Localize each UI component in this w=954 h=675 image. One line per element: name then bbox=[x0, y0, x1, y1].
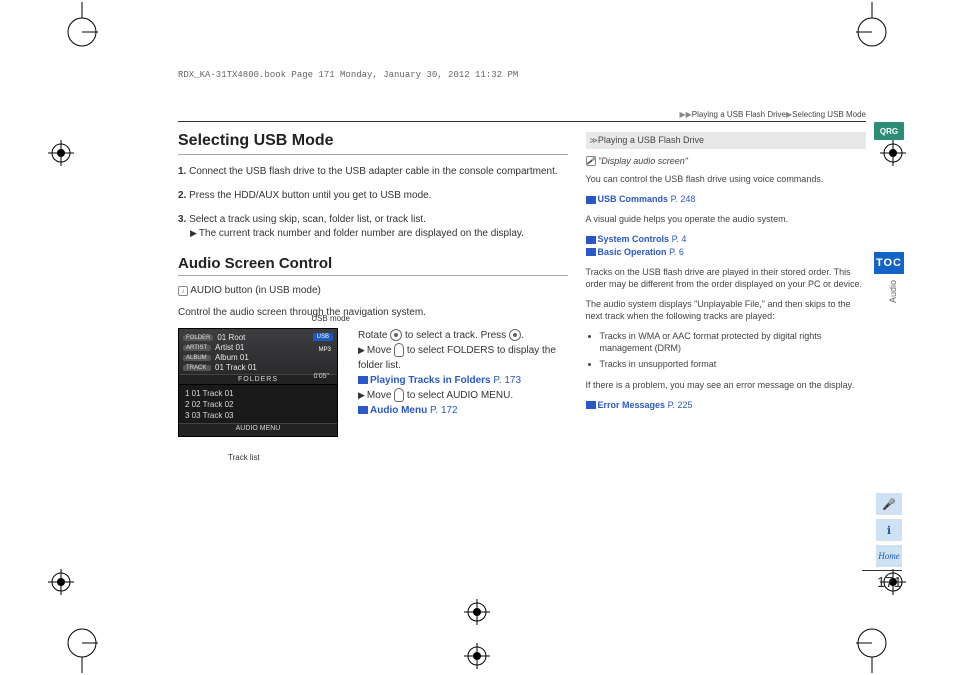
usb-screenshot: USB mode USB MP3 0'05" FOLDER01 Root ART… bbox=[178, 328, 348, 437]
section-title-usb-mode: Selecting USB Mode bbox=[178, 132, 568, 155]
link-icon bbox=[586, 236, 596, 244]
track-row: 3 03 Track 03 bbox=[185, 410, 331, 421]
elapsed-time: 0'05" bbox=[313, 373, 329, 380]
instructions-column: Rotate to select a track. Press . ▶Move … bbox=[358, 328, 568, 437]
tab-audio: Audio bbox=[888, 280, 898, 303]
caption-usb-mode: USB mode bbox=[311, 314, 350, 323]
crop-mark-icon bbox=[52, 2, 98, 48]
enter-button-icon bbox=[509, 329, 521, 341]
link-audio-menu[interactable]: Audio Menu bbox=[370, 405, 427, 416]
breadcrumb: ▶▶Playing a USB Flash Drive▶Selecting US… bbox=[178, 110, 866, 119]
breadcrumb-level1: Playing a USB Flash Drive bbox=[692, 110, 786, 119]
audio-menu-header: AUDIO MENU bbox=[179, 423, 337, 436]
step-3: 3. Select a track using skip, scan, fold… bbox=[178, 213, 568, 241]
link-icon bbox=[358, 376, 368, 384]
breadcrumb-level2: Selecting USB Mode bbox=[792, 110, 866, 119]
registration-mark-icon bbox=[880, 140, 906, 166]
link-icon bbox=[586, 401, 596, 409]
track-row: 2 02 Track 02 bbox=[185, 399, 331, 410]
info-list-item: Tracks in WMA or AAC format protected by… bbox=[600, 330, 866, 354]
registration-mark-icon bbox=[48, 140, 74, 166]
voice-icon: 🎤 bbox=[586, 156, 596, 166]
audio-screen-description: Control the audio screen through the nav… bbox=[178, 306, 568, 320]
link-icon bbox=[358, 406, 368, 414]
link-icon bbox=[586, 248, 596, 256]
crop-mark-icon bbox=[856, 2, 902, 48]
crop-mark-icon bbox=[52, 627, 98, 673]
info-arrows-icon: ≫ bbox=[590, 136, 596, 147]
registration-mark-icon bbox=[464, 599, 490, 625]
mp3-badge: MP3 bbox=[319, 347, 331, 353]
link-error-messages[interactable]: Error Messages bbox=[598, 400, 666, 410]
album-value: Album 01 bbox=[215, 353, 249, 362]
registration-mark-icon bbox=[464, 643, 490, 669]
tab-toc[interactable]: TOC bbox=[874, 252, 904, 274]
crop-mark-icon bbox=[856, 627, 902, 673]
track-row: 1 01 Track 01 bbox=[185, 388, 331, 399]
info-list-item: Tracks in unsupported format bbox=[600, 358, 866, 370]
registration-mark-icon bbox=[48, 569, 74, 595]
voice-help-icon[interactable]: 🎤 bbox=[876, 493, 902, 515]
audio-button-icon: ♪ bbox=[178, 286, 188, 296]
info-para: A visual guide helps you operate the aud… bbox=[586, 213, 866, 225]
step-2: 2. Press the HDD/AUX button until you ge… bbox=[178, 189, 568, 203]
link-playing-tracks[interactable]: Playing Tracks in Folders bbox=[370, 375, 491, 386]
info-para: The audio system displays "Unplayable Fi… bbox=[586, 298, 866, 322]
home-icon[interactable]: Home bbox=[876, 545, 902, 567]
link-system-controls[interactable]: System Controls bbox=[598, 234, 670, 244]
step-1: 1. Connect the USB flash drive to the US… bbox=[178, 165, 568, 179]
page-content: ▶▶Playing a USB Flash Drive▶Selecting US… bbox=[178, 110, 866, 437]
tab-qrg[interactable]: QRG bbox=[874, 122, 904, 140]
file-header: RDX_KA-31TX4800.book Page 171 Monday, Ja… bbox=[178, 70, 518, 80]
link-basic-operation[interactable]: Basic Operation bbox=[598, 247, 667, 257]
info-para: Tracks on the USB flash drive are played… bbox=[586, 266, 866, 290]
joystick-up-icon bbox=[394, 343, 404, 357]
folder-value: 01 Root bbox=[217, 333, 245, 342]
artist-value: Artist 01 bbox=[215, 343, 244, 352]
rotate-dial-icon bbox=[390, 329, 402, 341]
section-title-audio-screen: Audio Screen Control bbox=[178, 255, 568, 276]
page-number: 171 bbox=[862, 570, 902, 591]
link-usb-commands[interactable]: USB Commands bbox=[598, 194, 669, 204]
joystick-down-icon bbox=[394, 388, 404, 402]
info-icon[interactable]: ℹ bbox=[876, 519, 902, 541]
usb-badge: USB bbox=[313, 333, 333, 341]
info-para: If there is a problem, you may see an er… bbox=[586, 379, 866, 391]
info-para: You can control the USB flash drive usin… bbox=[586, 173, 866, 185]
info-box-header: ≫Playing a USB Flash Drive bbox=[586, 132, 866, 149]
voice-command: 🎤 "Display audio screen" bbox=[586, 155, 866, 167]
track-value: 01 Track 01 bbox=[215, 363, 257, 372]
link-icon bbox=[586, 196, 596, 204]
caption-track-list: Track list bbox=[228, 453, 260, 462]
audio-button-label: AUDIO button (in USB mode) bbox=[190, 285, 321, 296]
